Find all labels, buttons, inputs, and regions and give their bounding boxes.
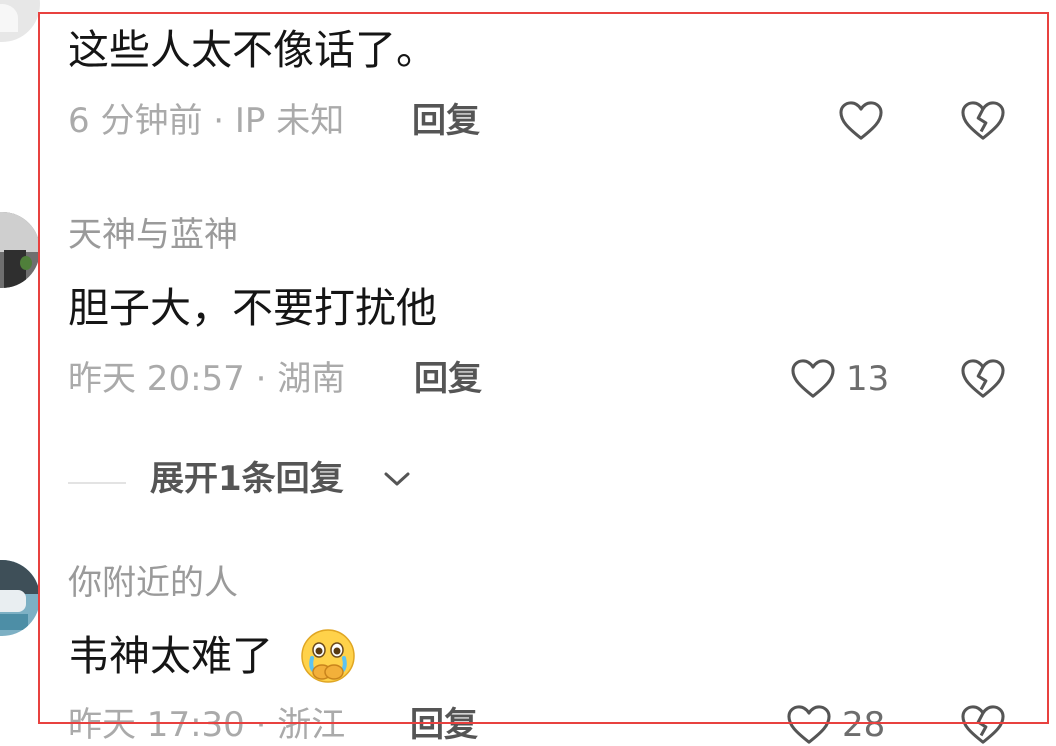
comment-meta: 6 分钟前 · IP 未知	[68, 101, 345, 141]
avatar[interactable]	[0, 212, 40, 288]
heart-outline-icon[interactable]	[786, 704, 832, 746]
heart-outline-icon[interactable]	[790, 358, 836, 400]
avatar[interactable]	[0, 0, 40, 42]
broken-heart-icon[interactable]	[960, 358, 1006, 400]
broken-heart-icon[interactable]	[960, 704, 1006, 746]
chevron-down-icon[interactable]	[382, 468, 412, 490]
comment-text: 韦神太难了	[68, 632, 273, 680]
reply-button[interactable]: 回复	[410, 708, 478, 742]
comment-meta: 昨天 20:57 · 湖南	[68, 359, 346, 399]
reply-button[interactable]: 回复	[412, 104, 480, 138]
avatar[interactable]	[0, 560, 40, 636]
divider	[68, 482, 126, 484]
crying-face-emoji	[300, 628, 356, 684]
comment-text: 这些人太不像话了。	[68, 26, 437, 74]
heart-outline-icon[interactable]	[838, 100, 884, 142]
comment-meta: 昨天 17:30 · 浙江	[68, 705, 346, 745]
broken-heart-icon[interactable]	[960, 100, 1006, 142]
like-count: 13	[846, 359, 890, 399]
comment-username[interactable]: 天神与蓝神	[68, 218, 238, 252]
like-count: 28	[842, 705, 886, 745]
expand-replies-button[interactable]: 展开1条回复	[150, 462, 344, 496]
reply-button[interactable]: 回复	[414, 362, 482, 396]
comment-text: 胆子大，不要打扰他	[68, 284, 437, 332]
comment-username[interactable]: 你附近的人	[68, 566, 238, 600]
